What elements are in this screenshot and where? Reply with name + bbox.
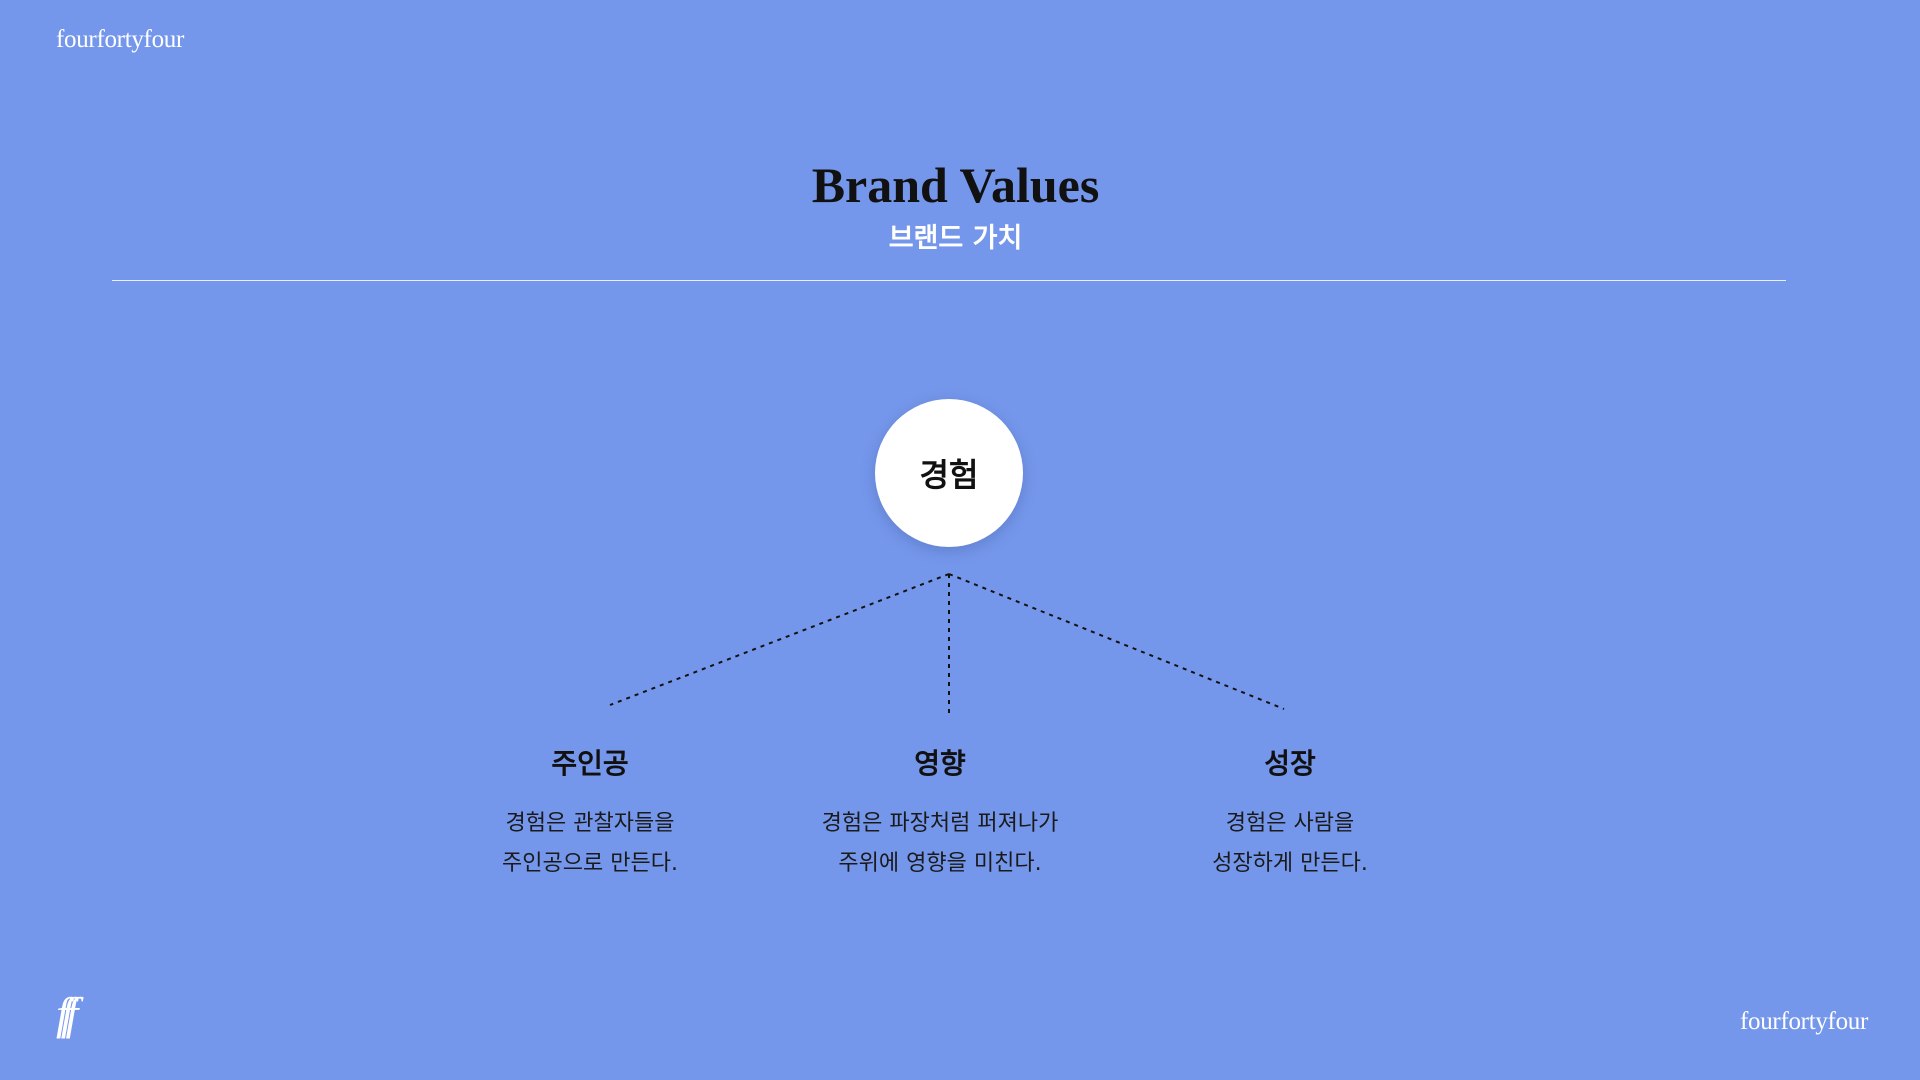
connector-right [948,573,1285,710]
connector-left [609,573,950,706]
brand-monogram: fff [56,988,79,1039]
branch-title: 영향 [914,747,966,780]
branch-protagonist: 주인공 경험은 관찰자들을 주인공으로 만든다. [502,742,678,884]
branch-description-line: 성장하게 만든다. [1212,851,1368,876]
branch-influence: 영향 경험은 파장처럼 퍼져나가 주위에 영향을 미친다. [822,742,1059,884]
branch-growth: 성장 경험은 사람을 성장하게 만든다. [1212,742,1368,884]
branch-description-line: 경험은 사람을 [1225,811,1355,836]
brand-logo-bottom: fourfortyfour [1740,1008,1868,1035]
branch-description-line: 주인공으로 만든다. [502,851,678,876]
branch-description-line: 경험은 파장처럼 퍼져나가 [821,811,1059,836]
connector-lines [609,573,1285,716]
branch-description-line: 경험은 관찰자들을 [505,811,675,836]
branch-title: 성장 [1264,747,1316,780]
branch-description-line: 주위에 영향을 미친다. [838,851,1042,876]
branch-description: 경험은 관찰자들을 주인공으로 만든다. [502,804,678,884]
branch-title: 주인공 [551,747,629,780]
branch-description: 경험은 사람을 성장하게 만든다. [1212,804,1368,884]
branch-description: 경험은 파장처럼 퍼져나가 주위에 영향을 미친다. [822,804,1059,884]
